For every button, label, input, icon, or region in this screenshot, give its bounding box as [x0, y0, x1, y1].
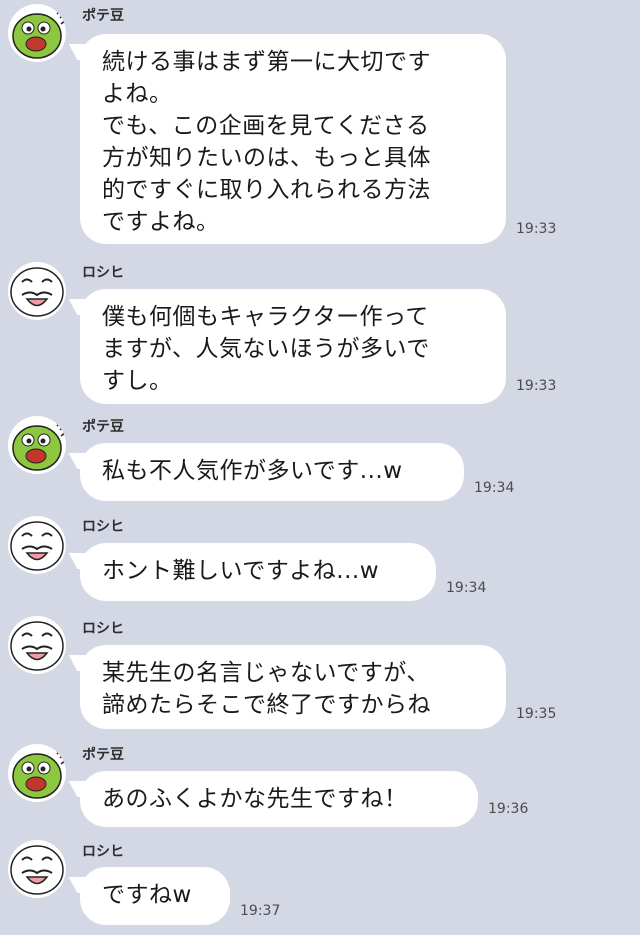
message-row: ポテ豆 私も不人気作が多いです...w 19:34 [0, 410, 640, 506]
message-row: ロシヒ ですねw 19:37 [0, 834, 640, 934]
message-row: ロシヒ ホント難しいですよね...w 19:34 [0, 510, 640, 606]
message-bubble[interactable]: 某先生の名言じゃないですが、 諦めたらそこで終了ですからね [80, 645, 506, 729]
potemame-avatar-icon[interactable] [8, 4, 66, 62]
message-time: 19:34 [474, 480, 515, 496]
message-time: 19:33 [516, 378, 557, 394]
message-bubble[interactable]: 私も不人気作が多いです...w [80, 443, 464, 501]
message-row: ポテ豆 続ける事はまず第一に大切です よね。 でも、この企画を見てくださる 方が… [0, 0, 640, 250]
message-time: 19:33 [516, 221, 557, 237]
sender-name: ポテ豆 [82, 8, 124, 24]
message-row: ポテ豆 あのふくよかな先生ですね！ 19:36 [0, 738, 640, 834]
message-time: 19:36 [488, 801, 529, 817]
message-time: 19:37 [240, 903, 281, 919]
message-row: ロシヒ 某先生の名言じゃないですが、 諦めたらそこで終了ですからね 19:35 [0, 612, 640, 732]
roshihi-avatar-icon[interactable] [8, 262, 66, 320]
potemame-avatar-icon[interactable] [8, 744, 66, 802]
sender-name: ロシヒ [82, 621, 124, 637]
roshihi-avatar-icon[interactable] [8, 516, 66, 574]
message-time: 19:34 [446, 580, 487, 596]
sender-name: ロシヒ [82, 519, 124, 535]
sender-name: ロシヒ [82, 844, 124, 860]
message-bubble[interactable]: あのふくよかな先生ですね！ [80, 771, 478, 827]
message-bubble[interactable]: ですねw [80, 867, 230, 925]
message-bubble[interactable]: 僕も何個もキャラクター作って ますが、人気ないほうが多いで すし。 [80, 289, 506, 404]
roshihi-avatar-icon[interactable] [8, 840, 66, 898]
potemame-avatar-icon[interactable] [8, 416, 66, 474]
message-bubble[interactable]: ホント難しいですよね...w [80, 543, 436, 601]
sender-name: ロシヒ [82, 265, 124, 281]
sender-name: ポテ豆 [82, 747, 124, 763]
sender-name: ポテ豆 [82, 419, 124, 435]
message-row: ロシヒ 僕も何個もキャラクター作って ますが、人気ないほうが多いで すし。 19… [0, 258, 640, 408]
roshihi-avatar-icon[interactable] [8, 616, 66, 674]
message-bubble[interactable]: 続ける事はまず第一に大切です よね。 でも、この企画を見てくださる 方が知りたい… [80, 34, 506, 244]
message-time: 19:35 [516, 706, 557, 722]
